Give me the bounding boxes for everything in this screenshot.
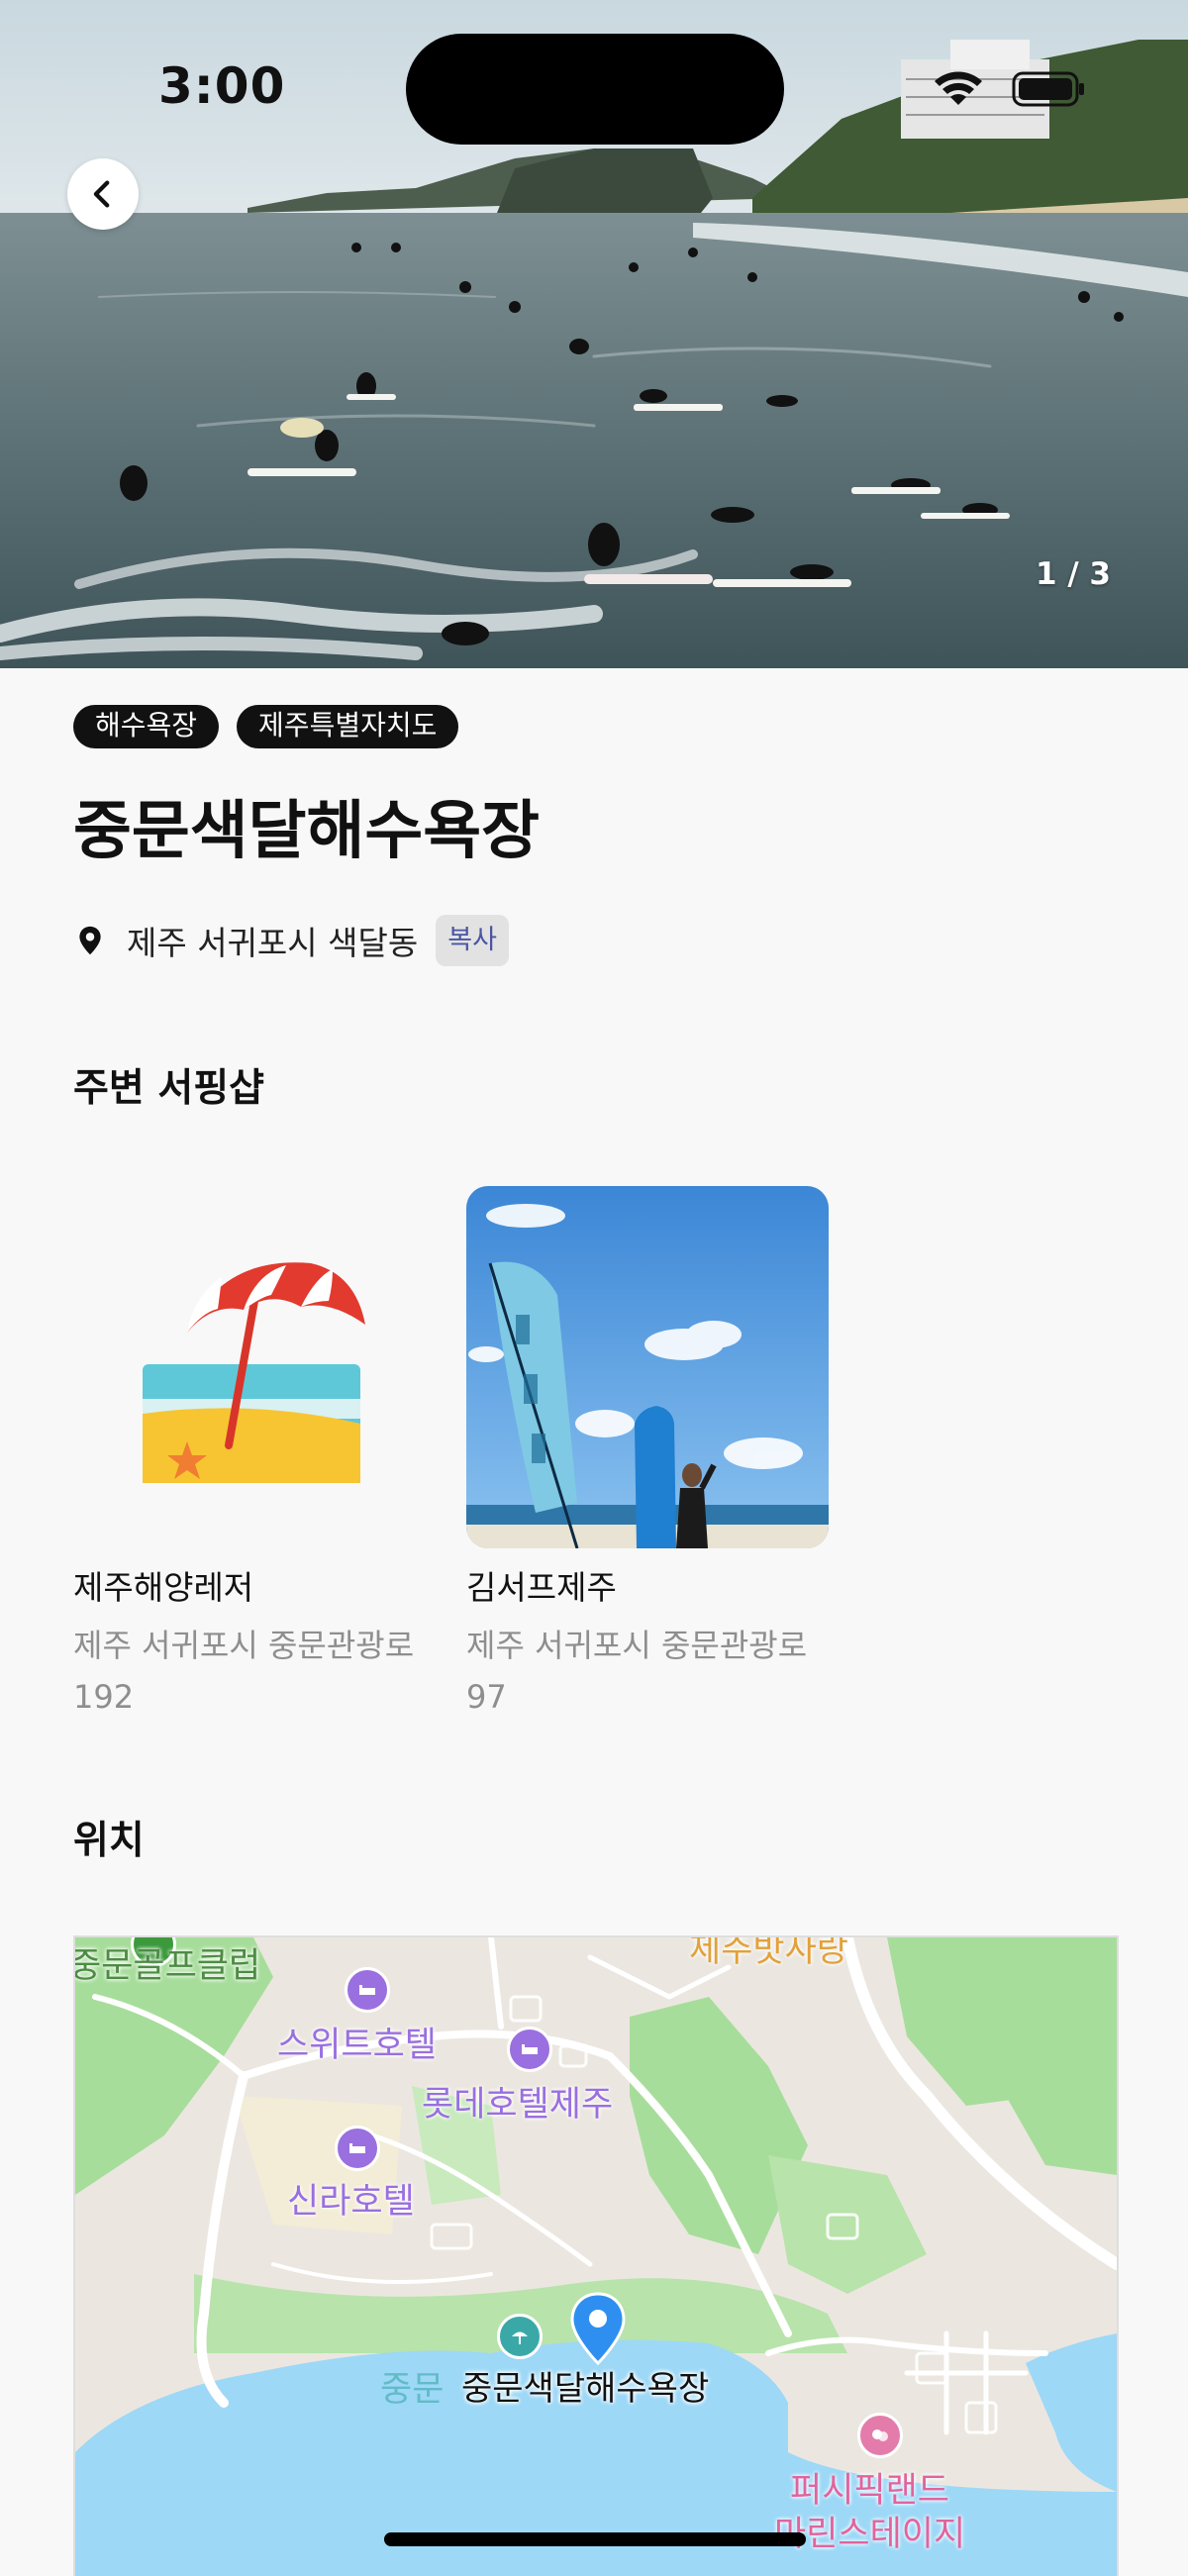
theater-poi-icon[interactable] <box>857 2413 903 2458</box>
surfshop-photo <box>466 1186 829 1548</box>
address-row: 제주 서귀포시 색달동 복사 <box>73 913 509 968</box>
shop-card[interactable]: 제주해양레저 제주 서귀포시 중문관광로 192 <box>73 1186 436 1723</box>
home-indicator[interactable] <box>384 2532 806 2546</box>
hotel-icon[interactable] <box>335 2126 380 2171</box>
map-label-marker: 중문색달해수욕장 <box>461 2369 710 2409</box>
back-button[interactable] <box>67 158 139 230</box>
map-label-marine-stage: 마린스테이지 <box>774 2515 966 2554</box>
copy-address-button[interactable]: 복사 <box>436 915 509 966</box>
shop-card[interactable]: 김서프제주 제주 서귀포시 중문관광로 97 <box>466 1186 829 1723</box>
hotel-icon[interactable] <box>345 1967 390 2013</box>
map-label-restaurant: 제주밧사랑 <box>689 1935 849 1970</box>
map-pin-icon[interactable] <box>568 2292 628 2367</box>
place-detail-screen: 3:00 1 / 3 해수욕장 제주특별자치도 중문색달해수욕장 제주 서귀포시… <box>0 0 1188 2576</box>
map-label-beach-faded: 중문 <box>380 2370 445 2410</box>
battery-icon <box>1012 71 1084 107</box>
map-label-shilla-hotel: 신라호텔 <box>287 2182 415 2222</box>
beach-umbrella-icon <box>143 1262 365 1483</box>
location-pin-icon <box>79 926 101 955</box>
wifi-icon <box>935 71 982 105</box>
status-bar-time: 3:00 <box>158 57 286 115</box>
hero-image-carousel[interactable]: 3:00 1 / 3 <box>0 0 1188 668</box>
category-tags: 해수욕장 제주특별자치도 <box>73 705 459 748</box>
beach-umbrella-poi-icon[interactable] <box>497 2314 543 2359</box>
shop-address: 제주 서귀포시 중문관광로 192 <box>73 1627 415 1716</box>
shop-thumbnail <box>466 1186 829 1548</box>
nearby-surfshops-title: 주변 서핑샵 <box>73 1066 264 1111</box>
location-title: 위치 <box>73 1819 145 1863</box>
shop-name: 제주해양레저 <box>73 1568 254 1607</box>
shop-name: 김서프제주 <box>466 1568 617 1607</box>
map-label-golf: 중문골프클럽 <box>73 1946 261 1986</box>
place-address: 제주 서귀포시 색달동 <box>127 924 419 962</box>
status-icons <box>935 71 1084 107</box>
tag-region[interactable]: 제주특별자치도 <box>237 705 459 748</box>
map-label-sweet-hotel: 스위트호텔 <box>277 2026 438 2065</box>
location-map[interactable]: 중문골프클럽 제주밧사랑 스위트호텔 롯데호텔제주 신라호텔 중문 중문색달해수… <box>73 1935 1119 2576</box>
image-pager: 1 / 3 <box>1035 556 1111 592</box>
dynamic-island <box>406 34 784 145</box>
hotel-icon[interactable] <box>507 2027 552 2072</box>
map-label-lotte-hotel: 롯데호텔제주 <box>422 2085 614 2125</box>
map-tiles <box>75 1937 1117 2576</box>
chevron-left-icon <box>93 180 110 208</box>
shop-thumbnail <box>73 1186 436 1548</box>
shop-address: 제주 서귀포시 중문관광로 97 <box>466 1627 808 1716</box>
place-title: 중문색달해수욕장 <box>73 795 541 868</box>
tag-beach[interactable]: 해수욕장 <box>73 705 220 748</box>
